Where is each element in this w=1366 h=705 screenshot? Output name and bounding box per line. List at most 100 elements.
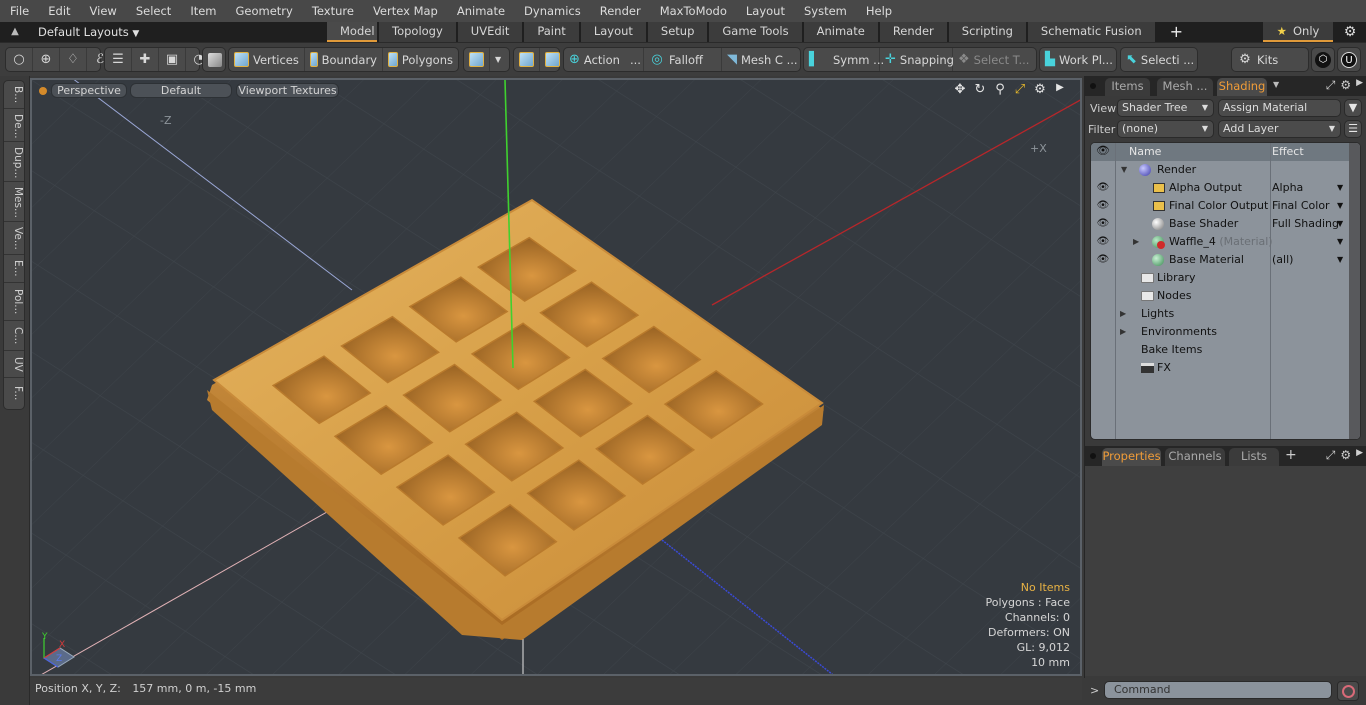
- row-effect[interactable]: (all): [1272, 251, 1293, 269]
- panel-menu-arrow-icon[interactable]: ▶: [1356, 448, 1363, 463]
- menu-help[interactable]: Help: [856, 0, 901, 22]
- tab-schematic-fusion[interactable]: Schematic Fusion: [1027, 22, 1155, 42]
- panel-gear-icon[interactable]: ⚙: [1340, 448, 1351, 463]
- record-macro-button[interactable]: [1337, 681, 1359, 701]
- tab-paint[interactable]: Paint: [524, 22, 579, 42]
- left-tab-vertex[interactable]: Ve...: [4, 222, 24, 255]
- panel-menu-arrow-icon[interactable]: ▶: [1356, 78, 1363, 93]
- move-view-icon[interactable]: ✥: [952, 82, 968, 97]
- add-tab-plus-icon[interactable]: +: [1157, 22, 1183, 42]
- tab-setup[interactable]: Setup: [647, 22, 708, 42]
- tree-row-fx[interactable]: FX: [1091, 359, 1350, 377]
- tab-mesh[interactable]: Mesh ...: [1157, 78, 1213, 96]
- tree-row-waffle-material[interactable]: 👁 ▶ Waffle_4 (Material) ▼: [1091, 233, 1350, 251]
- expand-arrow-icon[interactable]: ▼: [1121, 161, 1127, 179]
- action-center-button[interactable]: ⊕ Action...: [564, 48, 644, 71]
- perspective-button[interactable]: Perspective: [51, 83, 127, 98]
- filter-dropdown[interactable]: (none) ▼: [1117, 120, 1214, 138]
- tab-render[interactable]: Render: [879, 22, 947, 42]
- center-cube-icon[interactable]: [540, 48, 565, 71]
- left-tab-basic[interactable]: B...: [4, 81, 24, 109]
- menu-vertex-map[interactable]: Vertex Map: [363, 0, 447, 22]
- material-cube-icon[interactable]: [464, 48, 490, 71]
- visibility-header-eye-icon[interactable]: 👁: [1096, 144, 1110, 157]
- panel-gear-icon[interactable]: ⚙: [1340, 78, 1351, 93]
- pen-tool-icon[interactable]: ♢: [60, 48, 87, 71]
- visibility-eye-icon[interactable]: 👁: [1095, 233, 1111, 251]
- expand-arrow-icon[interactable]: ▶: [1120, 305, 1126, 323]
- row-effect[interactable]: Alpha: [1272, 179, 1303, 197]
- menu-select[interactable]: Select: [126, 0, 180, 22]
- cross-icon[interactable]: ✚: [132, 48, 159, 71]
- falloff-button[interactable]: ◎ Falloff: [644, 48, 722, 71]
- viewport-textures-button[interactable]: Viewport Textures: [236, 83, 339, 98]
- command-input[interactable]: Command: [1104, 681, 1332, 699]
- column-name[interactable]: Name: [1129, 145, 1161, 158]
- pivot-cube-icon[interactable]: [514, 48, 540, 71]
- tree-row-final-color-output[interactable]: 👁 Final Color Output Final Color ▼: [1091, 197, 1350, 215]
- tab-shading[interactable]: Shading: [1217, 78, 1267, 96]
- menu-layout[interactable]: Layout: [736, 0, 794, 22]
- unity-button[interactable]: ⬡: [1311, 47, 1335, 72]
- menu-maxtomodo[interactable]: MaxToModo: [650, 0, 736, 22]
- tree-row-library[interactable]: Library: [1091, 269, 1350, 287]
- tree-scrollbar[interactable]: [1349, 143, 1360, 439]
- item-mode-button[interactable]: [202, 47, 226, 72]
- panel-dot-icon[interactable]: [1090, 83, 1096, 89]
- menu-edit[interactable]: Edit: [38, 0, 79, 22]
- menu-dynamics[interactable]: Dynamics: [514, 0, 590, 22]
- menu-animate[interactable]: Animate: [447, 0, 514, 22]
- visibility-eye-icon[interactable]: 👁: [1095, 251, 1111, 269]
- tab-uvedit[interactable]: UVEdit: [457, 22, 523, 42]
- left-tab-mesh-edit[interactable]: Mes...: [4, 182, 24, 222]
- expand-arrow-icon[interactable]: ▶: [1120, 323, 1126, 341]
- column-effect[interactable]: Effect: [1272, 145, 1304, 158]
- menu-render[interactable]: Render: [590, 0, 650, 22]
- viewport-menu-arrow-icon[interactable]: ▶: [1052, 82, 1068, 97]
- globe-icon[interactable]: ⊕: [33, 48, 60, 71]
- tab-lists[interactable]: Lists: [1229, 448, 1279, 466]
- menu-file[interactable]: File: [0, 0, 38, 22]
- left-tab-fusion[interactable]: F...: [4, 378, 24, 409]
- row-effect[interactable]: Full Shading: [1272, 215, 1339, 233]
- expand-panel-icon[interactable]: ⤢: [1326, 78, 1336, 93]
- view-dropdown[interactable]: Shader Tree ▼: [1117, 99, 1214, 117]
- tab-game-tools[interactable]: Game Tools: [709, 22, 802, 42]
- left-tab-deform[interactable]: De...: [4, 109, 24, 142]
- tree-row-nodes[interactable]: Nodes: [1091, 287, 1350, 305]
- visibility-eye-icon[interactable]: 👁: [1095, 197, 1111, 215]
- tree-row-environments[interactable]: ▶ Environments: [1091, 323, 1350, 341]
- tree-row-alpha-output[interactable]: 👁 Alpha Output Alpha ▼: [1091, 179, 1350, 197]
- left-tab-edge[interactable]: E...: [4, 255, 24, 283]
- align-icon[interactable]: ☰: [105, 48, 132, 71]
- rotate-view-icon[interactable]: ↻: [972, 82, 988, 97]
- left-tab-curve[interactable]: C...: [4, 321, 24, 351]
- add-tab-plus-icon[interactable]: +: [1285, 447, 1297, 463]
- chevron-down-icon[interactable]: ▼: [1337, 179, 1343, 197]
- chevron-down-icon[interactable]: ▼: [490, 48, 506, 71]
- chevron-down-icon[interactable]: ▼: [1337, 251, 1343, 269]
- circle-select-icon[interactable]: ○: [6, 48, 33, 71]
- list-options-icon[interactable]: ☰: [1344, 120, 1362, 138]
- tab-topology[interactable]: Topology: [379, 22, 456, 42]
- tab-scripting[interactable]: Scripting: [948, 22, 1026, 42]
- menu-item[interactable]: Item: [180, 0, 225, 22]
- viewport-status-dot[interactable]: [39, 87, 47, 95]
- maximize-view-icon[interactable]: ⤢: [1012, 82, 1028, 97]
- zoom-view-icon[interactable]: ⚲: [992, 82, 1008, 97]
- kits-button[interactable]: ⚙ Kits: [1231, 47, 1309, 72]
- unreal-button[interactable]: U: [1337, 47, 1361, 72]
- vertices-button[interactable]: Vertices: [229, 48, 305, 71]
- tab-layout[interactable]: Layout: [580, 22, 646, 42]
- workplane-button[interactable]: ▙ Work Pl...: [1039, 47, 1117, 72]
- menu-geometry[interactable]: Geometry: [226, 0, 302, 22]
- tab-animate[interactable]: Animate: [803, 22, 878, 42]
- menu-texture[interactable]: Texture: [302, 0, 363, 22]
- expand-panel-icon[interactable]: ⤢: [1326, 448, 1336, 463]
- select-through-button[interactable]: ❖ Select T...: [953, 48, 1032, 71]
- frame-icon[interactable]: ▣: [159, 48, 186, 71]
- 3d-viewport[interactable]: Perspective Default Viewport Textures ✥ …: [30, 78, 1082, 676]
- tab-channels[interactable]: Channels: [1165, 448, 1225, 466]
- shading-default-button[interactable]: Default: [130, 83, 232, 98]
- snapping-button[interactable]: ✛ Snapping: [880, 48, 954, 71]
